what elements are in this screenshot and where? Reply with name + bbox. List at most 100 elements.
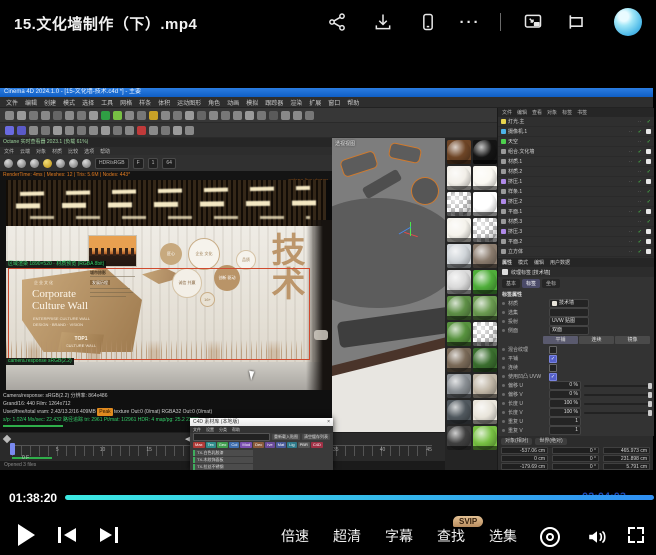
asset-menu-item: 分类 (219, 427, 227, 433)
toolbar-icon (173, 126, 182, 135)
slider-rows: 偏移 U 0 % 偏移 V 0 % 长度 U 100 % (498, 381, 654, 417)
user-avatar[interactable] (614, 8, 642, 36)
video-surface[interactable]: Cinema 4D 2024.1.0 - [15-文化墙-技术.c4d *] -… (0, 50, 656, 490)
layer-dots: ·· (629, 239, 636, 245)
screen-record-icon[interactable] (540, 527, 560, 547)
volume-icon[interactable] (586, 526, 608, 553)
enabled-check-icon: ✓ (638, 179, 642, 185)
object-row: 样条.1 ·· ✓ (498, 187, 654, 197)
send-to-phone-icon[interactable] (417, 11, 439, 33)
object-manager-menu-item: 书签 (577, 109, 587, 116)
frame-tick: 40 (380, 447, 386, 457)
material-thumbnail (447, 322, 471, 346)
octane-menu-item: 选项 (84, 148, 94, 155)
find-button[interactable]: 查找 (437, 526, 465, 546)
texture-tag-chip (646, 159, 651, 164)
toolbar-icon (137, 126, 146, 135)
enabled-check-icon: ✓ (638, 129, 642, 135)
play-button[interactable] (18, 524, 35, 546)
enabled-check-icon: ✓ (647, 189, 651, 195)
status-bar: Opened 3 files (4, 462, 36, 468)
toolbar-icon (305, 111, 314, 120)
top-bar-divider (500, 13, 501, 31)
octane-tool-icon (82, 159, 91, 168)
attribute-object-name: 纹理标签 [技术墙] (498, 267, 654, 277)
toolbar-icon (161, 126, 170, 135)
chair (314, 330, 328, 340)
toolbar-icon (137, 111, 146, 120)
model-shape (332, 198, 445, 308)
object-name: 材质.2 (508, 168, 636, 175)
preview-range (12, 457, 52, 459)
axis-y (410, 222, 411, 236)
toolbar-icon (233, 111, 242, 120)
coordinate-field: 5.791 cm (603, 463, 650, 470)
category-chip: C4D (311, 442, 323, 448)
object-type-icon (501, 139, 506, 144)
object-name: 挤压.2 (508, 198, 636, 205)
toolbar-icon (101, 126, 110, 135)
episodes-button[interactable]: 选集 (489, 526, 517, 546)
mini-window-icon[interactable] (566, 11, 588, 33)
coordinate-field: 465.973 cm (603, 447, 650, 454)
toolbar-icon (293, 111, 302, 120)
object-row: 灯光.主 ·· ✓ (498, 117, 654, 127)
material-thumbnail (447, 192, 471, 216)
slider-value: 100 % (549, 408, 581, 417)
octane-window-title: Octane 实时查看器 2023.1 (负载 61%) (0, 138, 332, 147)
object-type-icon (501, 219, 506, 224)
c4d-menu-item: 选择 (82, 98, 94, 107)
toolbar-icon (149, 111, 158, 120)
asset-list-item: TX-木纹饰面板 (193, 457, 253, 463)
c4d-menu-bar: 文件编辑创建模式选择工具网格样条体积运动图形角色动画模拟跟踪器渲染扩展窗口帮助 (0, 97, 653, 108)
attribute-header: 属性 模式 编辑 用户数据 (498, 258, 654, 267)
progress-bar[interactable] (65, 495, 654, 500)
attr-slider-row: 偏移 V 0 % (498, 390, 654, 399)
enabled-check-icon: ✓ (647, 139, 651, 145)
ceiling-light (20, 216, 310, 219)
object-type-icon (501, 149, 506, 154)
frame-tick: 15 (146, 447, 152, 457)
octane-menu-item: 云端 (20, 148, 30, 155)
next-button[interactable] (98, 526, 118, 544)
material-thumbnail (473, 426, 497, 450)
picture-in-picture-icon[interactable] (522, 11, 544, 33)
toolbar-icon (5, 126, 14, 135)
category-chip: Mat (276, 442, 287, 448)
share-icon[interactable] (326, 11, 348, 33)
toolbar-icon (113, 126, 122, 135)
texture-tag-chip (646, 179, 651, 184)
coord-mode-button: 对象(相对) (501, 438, 532, 445)
material-thumbnail (473, 192, 497, 216)
toolbar-icon (41, 126, 50, 135)
more-icon[interactable]: ··· (459, 11, 481, 33)
toolbar-icon (173, 111, 182, 120)
enabled-check-icon: ✓ (638, 209, 642, 215)
enabled-check-icon: ✓ (647, 169, 651, 175)
asset-window-titlebar: C4D 素材库 (本地版) × (190, 418, 333, 426)
quality-button[interactable]: 超清 (333, 526, 361, 546)
object-row: 立方体 ·· ✓ (498, 247, 654, 257)
download-icon[interactable] (372, 11, 394, 33)
render-region-selection (8, 268, 310, 360)
object-name: 材质.1 (508, 158, 627, 165)
category-chip: Lig (287, 442, 296, 448)
enabled-check-icon: ✓ (647, 119, 651, 125)
speed-button[interactable]: 倍速 (281, 526, 309, 546)
toolbar-icon (5, 111, 14, 120)
model-shape (362, 169, 403, 199)
object-row: 材质.2 ·· ✓ (498, 167, 654, 177)
coordinates-grid: -537.06 cm0 cm-179.69 cm0 °0 °0 °465.973… (501, 447, 650, 470)
layer-dots: ·· (638, 119, 645, 125)
filter-select: F (133, 158, 144, 169)
object-type-icon (501, 229, 506, 234)
segment-button: 镜像 (615, 336, 650, 344)
wall-circle: 匠心 (160, 243, 182, 265)
subtitles-button[interactable]: 字幕 (385, 526, 413, 546)
object-manager-menu-item: 查看 (532, 109, 542, 116)
keyframe-icon (3, 435, 11, 443)
fullscreen-icon[interactable] (628, 527, 644, 543)
previous-button[interactable] (58, 526, 78, 544)
object-type-icon (501, 119, 506, 124)
toolbar-icon (125, 126, 134, 135)
